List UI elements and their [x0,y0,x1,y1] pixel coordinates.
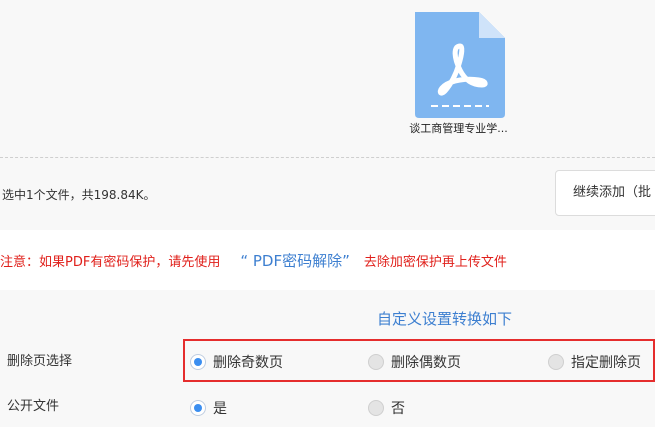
status-bar: 选中1个文件，共198.84K。 继续添加（批 [0,158,655,230]
pdf-unlock-link[interactable]: “ PDF密码解除” [240,250,350,271]
radio-delete-specified-label: 指定删除页 [571,355,641,371]
file-card[interactable]: 谈工商管理专业学... [396,10,521,140]
settings-panel: 自定义设置转换如下 删除页选择 删除奇数页 删除偶数页 指定删除页 公开文件 是… [0,290,655,427]
pdf-file-icon [415,12,505,118]
radio-delete-odd[interactable]: 删除奇数页 [190,352,283,372]
warning-suffix: 去除加密保护再上传文件 [363,254,507,270]
radio-unchecked-icon [368,354,384,370]
radio-delete-specified[interactable]: 指定删除页 [548,352,641,372]
file-summary: 选中1个文件，共198.84K。 [2,188,156,202]
radio-unchecked-icon [368,400,384,416]
radio-delete-even-label: 删除偶数页 [391,355,461,371]
password-warning: 注意：如果PDF有密码保护，请先使用 “ PDF密码解除” 去除加密保护再上传文… [0,245,507,275]
radio-public-no[interactable]: 否 [368,398,405,418]
radio-delete-even[interactable]: 删除偶数页 [368,352,461,372]
public-file-label: 公开文件 [7,399,60,414]
upload-area: 谈工商管理专业学... [0,0,655,158]
delete-pages-label: 删除页选择 [7,354,73,369]
file-name: 谈工商管理专业学... [409,122,508,135]
radio-unchecked-icon [548,354,564,370]
radio-public-yes[interactable]: 是 [190,398,227,418]
settings-title: 自定义设置转换如下 [377,310,513,328]
radio-checked-icon [190,400,206,416]
radio-public-no-label: 否 [391,401,405,417]
radio-delete-odd-label: 删除奇数页 [213,355,283,371]
warning-prefix: 注意：如果PDF有密码保护，请先使用 [0,254,221,270]
radio-checked-icon [190,354,206,370]
radio-public-yes-label: 是 [213,401,227,417]
continue-add-button[interactable]: 继续添加（批 [555,170,655,216]
